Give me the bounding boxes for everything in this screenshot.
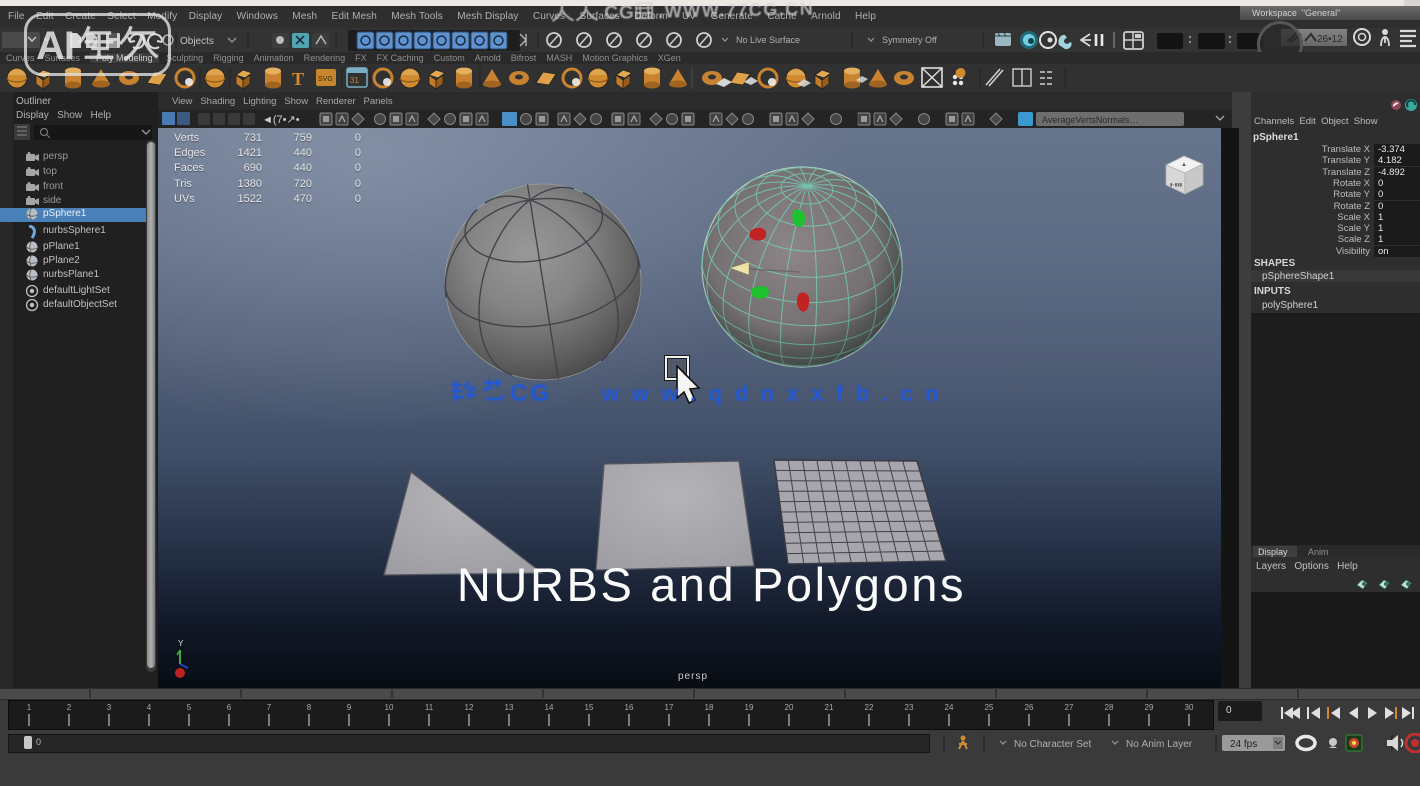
svg-text:17: 17 — [665, 703, 674, 712]
svg-text:12: 12 — [465, 703, 474, 712]
svg-text:Objects: Objects — [180, 36, 214, 47]
svg-text:▲: ▲ — [1181, 162, 1187, 168]
svg-text:SVG: SVG — [318, 76, 333, 83]
svg-text:3: 3 — [107, 703, 112, 712]
svg-text:25: 25 — [985, 703, 994, 712]
svg-text:10: 10 — [385, 703, 394, 712]
svg-text:19: 19 — [745, 703, 754, 712]
svg-text:7: 7 — [267, 703, 272, 712]
svg-text:27: 27 — [1065, 703, 1074, 712]
svg-text:T: T — [292, 69, 304, 89]
svg-text:9: 9 — [347, 703, 352, 712]
svg-text:18: 18 — [705, 703, 714, 712]
svg-text:8: 8 — [307, 703, 312, 712]
svg-text:15: 15 — [585, 703, 594, 712]
svg-text:▮⎯▮▮▮: ▮⎯▮▮▮ — [1170, 182, 1183, 187]
svg-text:29: 29 — [1145, 703, 1154, 712]
svg-text:5: 5 — [187, 703, 192, 712]
svg-text:22: 22 — [865, 703, 874, 712]
svg-text:20: 20 — [785, 703, 794, 712]
svg-text:26•12: 26•12 — [1317, 34, 1343, 45]
svg-text:2: 2 — [67, 703, 72, 712]
svg-text:CG: CG — [510, 380, 552, 407]
svg-text:13: 13 — [505, 703, 514, 712]
svg-text:26: 26 — [1025, 703, 1034, 712]
svg-text:23: 23 — [905, 703, 914, 712]
svg-text:No Anim Layer: No Anim Layer — [1126, 739, 1193, 750]
svg-text:28: 28 — [1105, 703, 1114, 712]
svg-text:16: 16 — [625, 703, 634, 712]
svg-text:CG: CG — [604, 2, 635, 24]
svg-text:24: 24 — [945, 703, 954, 712]
svg-text:◄(7•↗•: ◄(7•↗• — [262, 114, 300, 126]
svg-text:1: 1 — [27, 703, 32, 712]
svg-text:30: 30 — [1185, 703, 1194, 712]
svg-text:www.qdnxxfb.cn: www.qdnxxfb.cn — [601, 381, 951, 406]
svg-text:21: 21 — [825, 703, 834, 712]
svg-text:14: 14 — [545, 703, 554, 712]
svg-text:6: 6 — [227, 703, 232, 712]
svg-text:Symmetry Off: Symmetry Off — [882, 35, 937, 45]
svg-text:31: 31 — [350, 76, 359, 85]
svg-text:11: 11 — [425, 703, 434, 712]
svg-text:.WWW.77CG.CN: .WWW.77CG.CN — [658, 1, 814, 22]
svg-text:4: 4 — [147, 703, 152, 712]
svg-text:No Character Set: No Character Set — [1014, 739, 1091, 750]
svg-text:No Live Surface: No Live Surface — [736, 35, 800, 45]
svg-text:24 fps: 24 fps — [1230, 739, 1257, 750]
svg-text:AverageVertsNormals…: AverageVertsNormals… — [1042, 115, 1138, 125]
